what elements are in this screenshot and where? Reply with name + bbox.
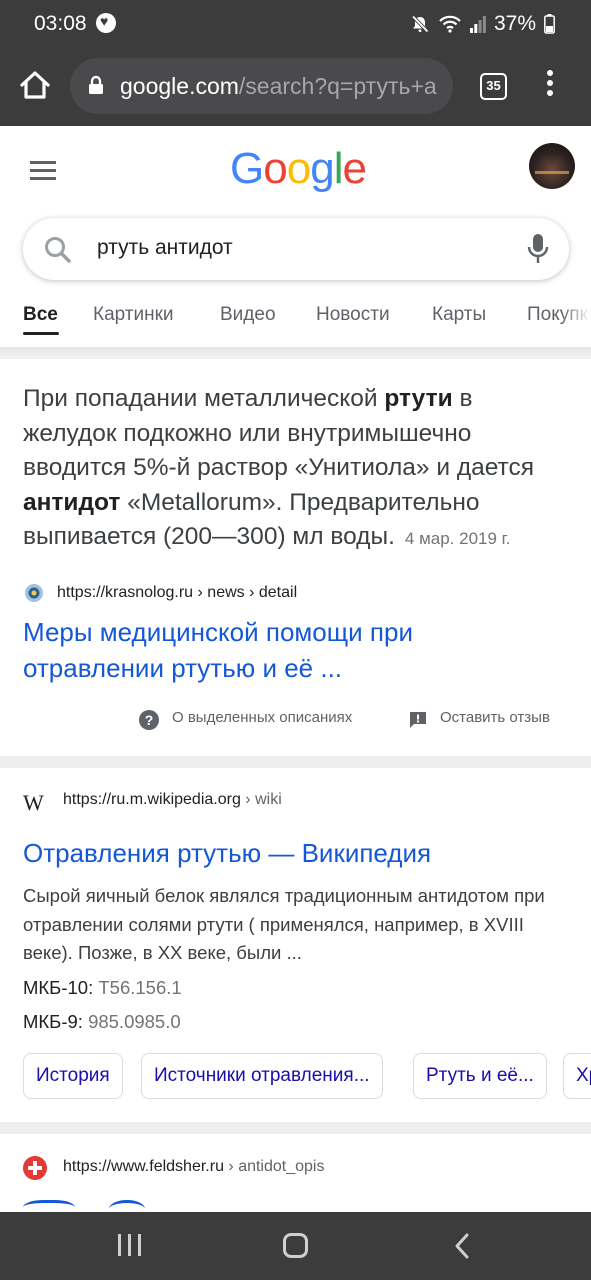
- wikipedia-favicon: W: [23, 790, 44, 815]
- about-snippets-link[interactable]: О выделенных описаниях: [172, 709, 352, 726]
- status-time: 03:08: [34, 12, 87, 35]
- tab-video[interactable]: Видео: [220, 304, 276, 326]
- avatar[interactable]: [529, 143, 575, 189]
- home-icon[interactable]: [18, 68, 52, 102]
- divider: [0, 347, 591, 359]
- notification-icon: [96, 13, 116, 33]
- chip-more[interactable]: Хр: [563, 1053, 591, 1099]
- tab-maps[interactable]: Карты: [432, 304, 486, 326]
- url-path: /search?q=ртуть+а: [238, 73, 437, 99]
- logo-letter: g: [310, 144, 335, 193]
- mic-icon[interactable]: [527, 232, 549, 266]
- tab-switcher-button[interactable]: 35: [480, 73, 507, 100]
- search-input[interactable]: ртуть антидот: [97, 236, 233, 260]
- chip-sources[interactable]: Источники отравления...: [141, 1053, 383, 1099]
- url-text: google.com/search?q=ртуть+а: [120, 73, 437, 100]
- krasnolog-favicon: [25, 584, 43, 602]
- google-header: Google: [0, 126, 591, 216]
- signal-icon: [469, 16, 486, 33]
- search-box[interactable]: ртуть антидот: [23, 218, 569, 280]
- help-icon[interactable]: ?: [139, 710, 159, 730]
- lock-icon: [89, 75, 103, 94]
- wiki-result-description: Сырой яичный белок являлся традиционным …: [23, 885, 545, 963]
- divider: [0, 756, 591, 768]
- feldsher-favicon: [23, 1156, 47, 1180]
- snippet-result-title[interactable]: Меры медицинской помощи при отравлении рт…: [23, 614, 413, 686]
- feedback-icon[interactable]: [409, 711, 427, 729]
- result-cite: https://www.feldsher.ru › antidot_opis: [63, 1158, 325, 1175]
- status-bar: 03:08 37%: [0, 0, 591, 46]
- third-result-title-clipped[interactable]: [23, 1200, 163, 1212]
- recent-apps-icon[interactable]: [118, 1234, 142, 1256]
- home-nav-icon[interactable]: [283, 1233, 308, 1258]
- mute-icon: [411, 15, 429, 33]
- system-nav-bar: [0, 1212, 591, 1280]
- logo-letter: G: [230, 144, 264, 193]
- result-cite: https://krasnolog.ru › news › detail: [57, 584, 298, 601]
- url-host: google.com: [120, 73, 239, 99]
- battery-icon: [544, 14, 555, 34]
- browser-toolbar: google.com/search?q=ртуть+а 35: [0, 46, 591, 126]
- google-logo[interactable]: Google: [230, 144, 367, 194]
- featured-snippet-text: При попадании металлической ртути в желу…: [23, 385, 535, 550]
- icd10-row: МКБ-10: T56.156.1: [23, 977, 182, 998]
- wiki-result-title[interactable]: Отравления ртутью — Википедия: [23, 835, 431, 871]
- feedback-link[interactable]: Оставить отзыв: [440, 709, 550, 726]
- icd9-row: МКБ-9: 985.0985.0: [23, 1011, 181, 1032]
- chip-mercury[interactable]: Ртуть и её...: [413, 1053, 547, 1099]
- more-menu-icon[interactable]: [540, 70, 560, 104]
- back-icon[interactable]: [452, 1232, 472, 1260]
- divider: [0, 1122, 591, 1134]
- tab-all[interactable]: Все: [23, 304, 58, 326]
- search-tabs: Все Картинки Видео Новости Карты Покупки: [0, 300, 591, 344]
- chip-history[interactable]: История: [23, 1053, 123, 1099]
- tab-images[interactable]: Картинки: [93, 304, 174, 326]
- tab-news[interactable]: Новости: [316, 304, 390, 326]
- hamburger-menu-icon[interactable]: [30, 161, 56, 181]
- status-icons: 37%: [410, 12, 555, 36]
- snippet-date: 4 мар. 2019 г.: [404, 529, 511, 548]
- logo-letter: o: [286, 144, 312, 193]
- result-cite: https://ru.m.wikipedia.org › wiki: [63, 791, 282, 808]
- address-bar[interactable]: google.com/search?q=ртуть+а: [70, 58, 453, 114]
- battery-percent: 37%: [493, 12, 536, 35]
- search-icon: [45, 237, 71, 263]
- logo-letter: o: [263, 144, 288, 193]
- wifi-icon: [439, 15, 461, 33]
- active-tab-indicator: [23, 332, 59, 335]
- logo-letter: e: [342, 144, 367, 193]
